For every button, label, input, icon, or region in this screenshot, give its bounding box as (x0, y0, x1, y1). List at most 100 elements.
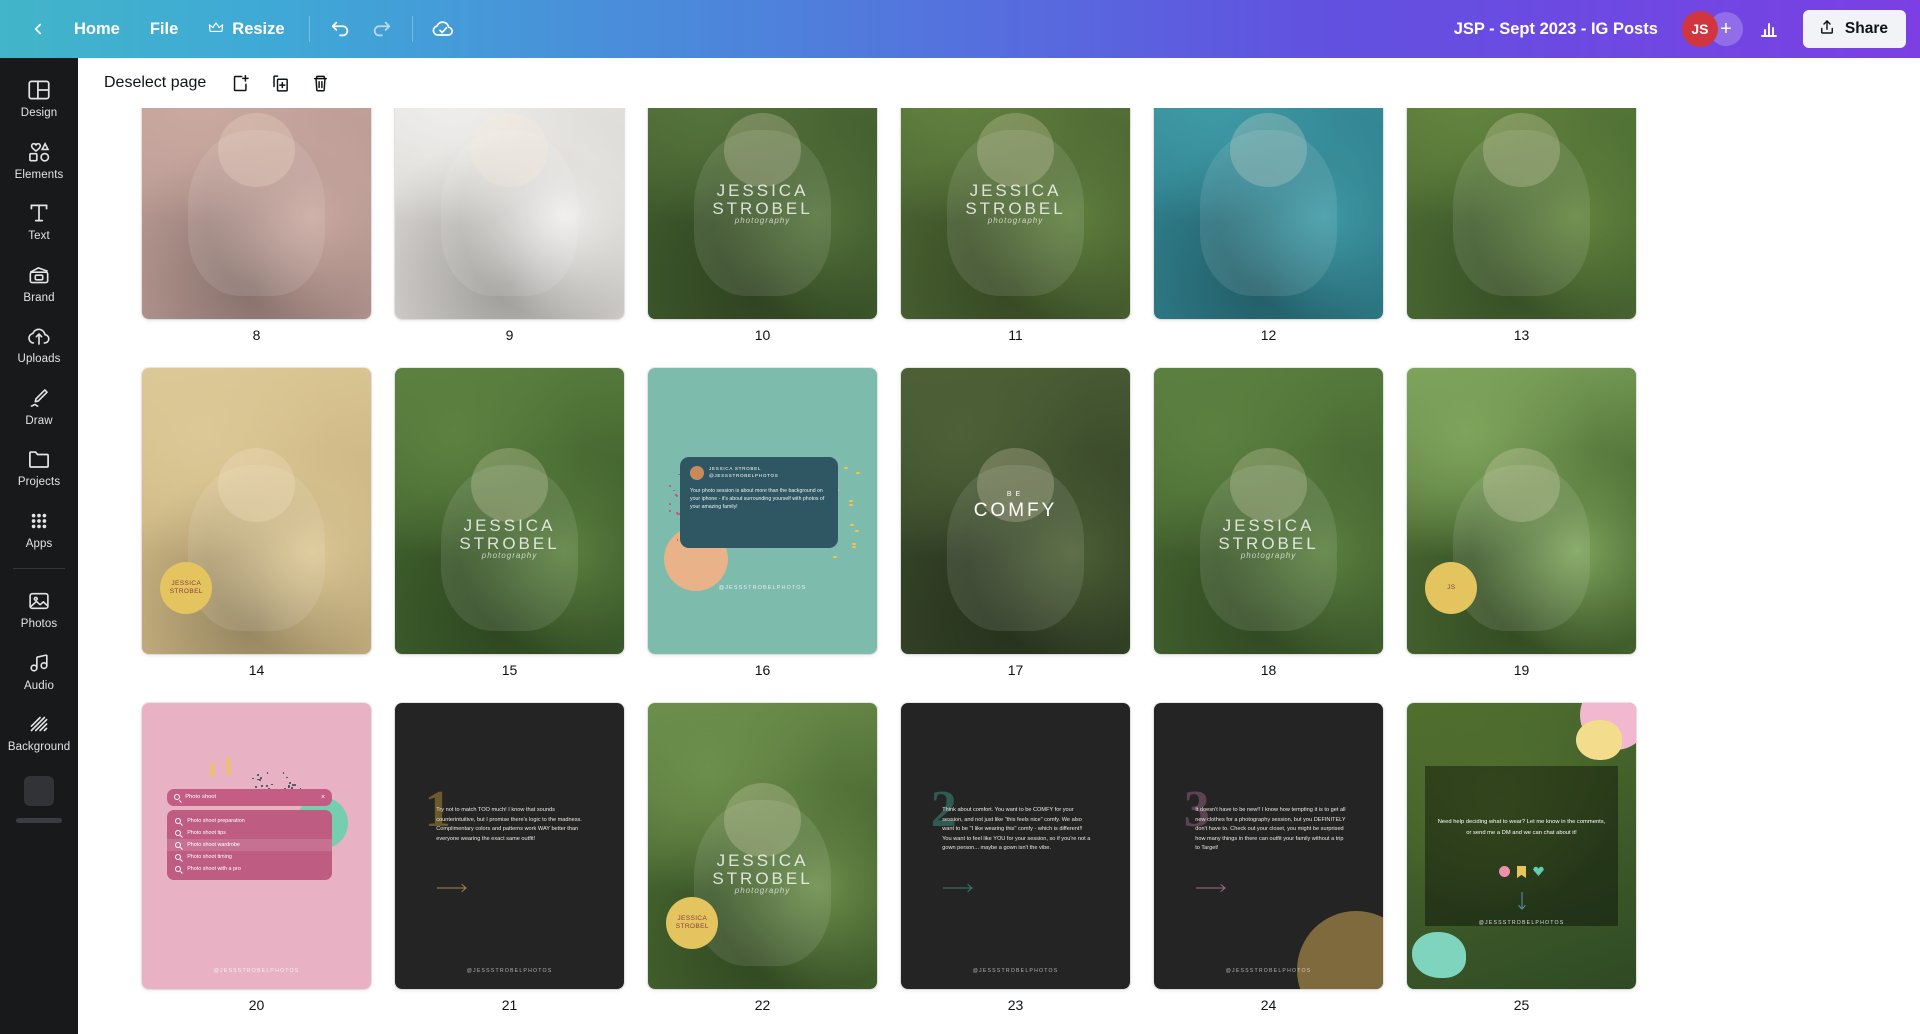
search-suggestion[interactable]: Photo shoot tips (167, 827, 332, 839)
page-photo (142, 108, 371, 319)
page-thumbnail[interactable]: BE COMFY (901, 368, 1130, 654)
page-thumbnail[interactable]: 1 Try not to match TOO much! I know that… (395, 703, 624, 989)
close-icon[interactable]: × (321, 794, 325, 801)
page-thumbnail[interactable]: 2 Think about comfort. You want to be CO… (901, 703, 1130, 989)
sidebar-resize-handle[interactable] (16, 818, 62, 823)
page-thumbnail[interactable]: JESSICA STROBEL photography (395, 368, 624, 654)
avatar[interactable]: JS (1682, 11, 1718, 47)
sidebar-item-design[interactable]: Design (3, 68, 75, 127)
toolbar-divider-1 (309, 16, 310, 42)
page-photo (395, 108, 624, 319)
sidebar-item-uploads[interactable]: Uploads (3, 314, 75, 373)
page-cell: Need help deciding what to wear? Let me … (1395, 703, 1648, 1012)
uploads-icon (26, 323, 52, 349)
page-thumbnail[interactable]: Need help deciding what to wear? Let me … (1407, 703, 1636, 989)
tip-text: Think about comfort. You want to be COMF… (942, 806, 1093, 854)
share-button[interactable]: Share (1803, 10, 1906, 48)
page-artwork-tip: 2 Think about comfort. You want to be CO… (901, 703, 1130, 989)
sidebar-item-photos[interactable]: Photos (3, 579, 75, 638)
sidebar-label-elements: Elements (15, 170, 64, 182)
sidebar-item-apps[interactable]: Apps (3, 499, 75, 558)
back-button[interactable] (18, 11, 58, 47)
page-number: 11 (1008, 328, 1023, 342)
search-suggestion[interactable]: Photo shoot with a pro (167, 863, 332, 875)
sidebar-label-brand: Brand (23, 293, 54, 305)
search-suggestion[interactable]: Photo shoot wardrobe (167, 839, 332, 851)
cta-icon-row (1407, 866, 1636, 878)
sidebar-item-text[interactable]: Text (3, 191, 75, 250)
page-number: 15 (502, 663, 518, 677)
resize-button[interactable]: Resize (194, 11, 298, 47)
sidebar-item-elements[interactable]: Elements (3, 130, 75, 189)
page-thumbnail[interactable]: JESSICA STROBEL (142, 368, 371, 654)
page-thumbnail[interactable] (395, 108, 624, 319)
page-thumbnail[interactable] (142, 108, 371, 319)
page-thumbnail[interactable]: JESSICA STROBEL photography (901, 108, 1130, 319)
brand-badge: JS (1425, 562, 1477, 614)
page-thumbnail[interactable]: JESSICA STROBEL photography (1154, 368, 1383, 654)
page-number: 17 (1008, 663, 1024, 677)
page-artwork-cta: Need help deciding what to wear? Let me … (1407, 703, 1636, 989)
search-input[interactable]: Photo shoot × (167, 789, 332, 806)
toolbar-divider-2 (412, 16, 413, 42)
sidebar-item-background[interactable]: Background (3, 702, 75, 761)
insights-chart-icon[interactable] (1749, 11, 1789, 47)
avatar (690, 466, 704, 480)
page-thumbnail[interactable]: 3 It doesn't have to be new!! I know how… (1154, 703, 1383, 989)
page-thumbnail[interactable]: Photo shoot × Photo shoot preparation Ph… (142, 703, 371, 989)
page-cell: 13 (1395, 108, 1648, 342)
page-number: 12 (1261, 328, 1277, 342)
page-number: 22 (755, 998, 771, 1012)
resize-label: Resize (232, 20, 284, 39)
sidebar-item-draw[interactable]: Draw (3, 376, 75, 435)
deselect-page-button[interactable]: Deselect page (92, 68, 218, 98)
search-icon (175, 818, 181, 824)
home-button[interactable]: Home (60, 11, 134, 47)
page-number: 8 (253, 328, 261, 342)
brand-handle: @JESSSTROBELPHOTOS (1407, 920, 1636, 926)
brand-handle: @JESSSTROBELPHOTOS (142, 968, 371, 974)
page-cell: 9 (383, 108, 636, 342)
search-suggestion[interactable]: Photo shoot timing (167, 851, 332, 863)
sidebar-divider (13, 568, 65, 569)
duplicate-page-button[interactable] (262, 65, 298, 101)
document-title[interactable]: JSP - Sept 2023 - IG Posts (1440, 11, 1672, 47)
tip-text: It doesn't have to be new!! I know how t… (1195, 806, 1346, 854)
page-photo: JESSICA STROBEL photography (395, 368, 624, 654)
share-label: Share (1845, 20, 1888, 38)
sidebar-item-audio[interactable]: Audio (3, 641, 75, 700)
undo-button[interactable] (320, 11, 360, 47)
page-cell: JESSICA STROBEL photography 11 (889, 108, 1142, 342)
page-artwork-quote: JESSICA STROBEL @JESSSTROBELPHOTOS Your p… (648, 368, 877, 654)
page-thumbnail[interactable]: JESSICA STROBEL JESSICA STROBEL photograp… (648, 703, 877, 989)
page-thumbnail[interactable] (1154, 108, 1383, 319)
file-menu-button[interactable]: File (136, 11, 192, 47)
page-artwork-search: Photo shoot × Photo shoot preparation Ph… (142, 703, 371, 989)
page-thumbnail[interactable]: JESSICA STROBEL @JESSSTROBELPHOTOS Your p… (648, 368, 877, 654)
top-bar-right-group: JSP - Sept 2023 - IG Posts JS + Share (1440, 10, 1906, 48)
testimonial-author: JESSICA STROBEL @JESSSTROBELPHOTOS (709, 466, 779, 479)
search-suggestion[interactable]: Photo shoot preparation (167, 815, 332, 827)
sidebar-thumbnail-preview[interactable] (24, 776, 54, 806)
sidebar-item-brand[interactable]: Brand (3, 253, 75, 312)
cloud-saved-icon[interactable] (423, 11, 463, 47)
page-thumbnail[interactable] (1407, 108, 1636, 319)
page-number: 23 (1008, 998, 1024, 1012)
brand-badge: JESSICA STROBEL (160, 562, 212, 614)
page-number: 18 (1261, 663, 1277, 677)
page-thumbnail[interactable]: JS (1407, 368, 1636, 654)
background-icon (26, 711, 52, 737)
delete-page-button[interactable] (302, 65, 338, 101)
page-photo: JESSICA STROBEL JESSICA STROBEL photograp… (648, 703, 877, 989)
search-icon (175, 830, 181, 836)
left-sidebar: Design Elements Text Brand Uploads Draw (0, 58, 78, 1034)
redo-button[interactable] (362, 11, 402, 47)
comment-icon (1499, 866, 1510, 877)
sidebar-item-projects[interactable]: Projects (3, 437, 75, 496)
add-page-button[interactable] (222, 65, 258, 101)
page-cell: JESSICA STROBEL @JESSSTROBELPHOTOS Your p… (636, 368, 889, 677)
page-thumbnail[interactable]: JESSICA STROBEL photography (648, 108, 877, 319)
page-grid-viewport[interactable]: 8 9 JESSICA STROBEL photography 10 JESSI… (78, 108, 1920, 1034)
brand-handle: @JESSSTROBELPHOTOS (395, 968, 624, 974)
photos-icon (26, 588, 52, 614)
